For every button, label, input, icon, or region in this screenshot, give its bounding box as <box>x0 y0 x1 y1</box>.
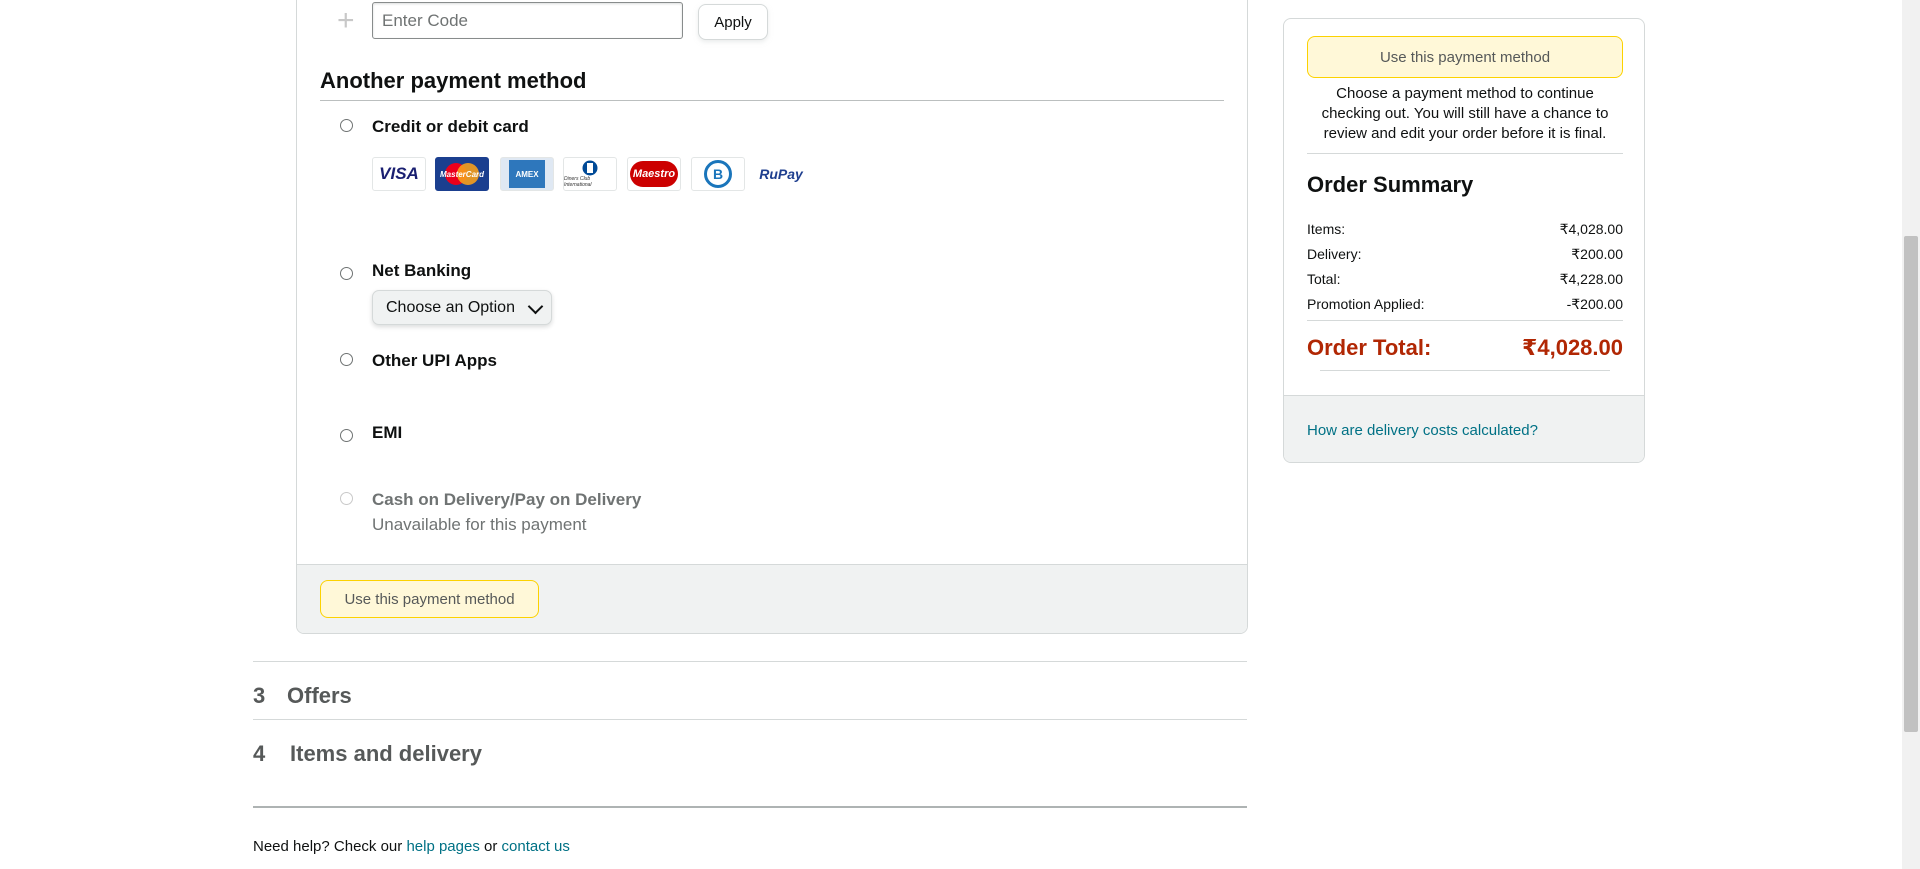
use-payment-method-button[interactable]: Use this payment method <box>320 580 539 618</box>
contact-us-link[interactable]: contact us <box>502 838 570 855</box>
summary-row-value: ₹4,228.00 <box>1559 271 1623 287</box>
bajaj-finserv-logo: B <box>691 157 745 191</box>
mastercard-logo: MasterCard <box>435 157 489 191</box>
order-summary-title: Order Summary <box>1307 172 1474 197</box>
summary-divider <box>1307 320 1623 321</box>
chevron-down-icon <box>527 298 544 315</box>
apply-button[interactable]: Apply <box>698 4 768 40</box>
section-divider <box>320 100 1224 101</box>
order-total-value: ₹4,028.00 <box>1522 335 1623 360</box>
net-banking-radio[interactable] <box>340 267 353 280</box>
scrollbar-thumb[interactable] <box>1904 236 1918 732</box>
step-title-items-delivery[interactable]: Items and delivery <box>290 741 482 767</box>
summary-row-value: -₹200.00 <box>1566 296 1623 312</box>
step-number: 3 <box>253 683 266 708</box>
rupay-logo: RuPay <box>754 157 808 191</box>
payment-section-title: Another payment method <box>320 68 587 93</box>
maestro-logo: Maestro <box>627 157 681 191</box>
help-text: Need help? Check our help pages or conta… <box>253 838 570 855</box>
step-divider <box>253 661 1247 662</box>
help-prefix: Need help? Check our <box>253 838 407 855</box>
summary-row-value: ₹4,028.00 <box>1559 221 1623 237</box>
visa-logo: VISA <box>372 157 426 191</box>
upi-radio[interactable] <box>340 353 353 366</box>
credit-card-label[interactable]: Credit or debit card <box>372 117 529 137</box>
summary-divider <box>1307 153 1623 154</box>
emi-radio[interactable] <box>340 429 353 442</box>
cod-unavailable-note: Unavailable for this payment <box>372 515 587 534</box>
help-pages-link[interactable]: help pages <box>406 838 479 855</box>
summary-row-value: ₹200.00 <box>1571 246 1623 262</box>
net-banking-label[interactable]: Net Banking <box>372 261 471 281</box>
emi-label[interactable]: EMI <box>372 423 402 443</box>
cod-radio <box>340 492 353 505</box>
step-divider <box>253 719 1247 720</box>
expand-promo-icon[interactable]: + <box>337 6 355 36</box>
step-title-offers[interactable]: Offers <box>287 683 352 709</box>
summary-divider <box>1320 370 1610 371</box>
upi-label[interactable]: Other UPI Apps <box>372 351 497 371</box>
summary-note: Choose a payment method to continue chec… <box>1321 85 1609 142</box>
step-divider <box>253 806 1247 808</box>
net-banking-select-value: Choose an Option <box>386 298 515 316</box>
promo-code-input[interactable] <box>372 2 683 39</box>
step-number: 4 <box>253 741 266 766</box>
amex-logo: AMEX <box>500 157 554 191</box>
net-banking-select[interactable]: Choose an Option <box>372 290 552 325</box>
cod-label: Cash on Delivery/Pay on Delivery <box>372 490 642 509</box>
help-middle: or <box>479 838 502 855</box>
diners-club-logo: Diners Club International <box>563 157 617 191</box>
credit-card-radio[interactable] <box>340 119 353 132</box>
summary-use-payment-method-button[interactable]: Use this payment method <box>1307 36 1623 78</box>
diners-club-emblem-icon <box>582 160 598 176</box>
delivery-costs-link[interactable]: How are delivery costs calculated? <box>1307 422 1538 439</box>
